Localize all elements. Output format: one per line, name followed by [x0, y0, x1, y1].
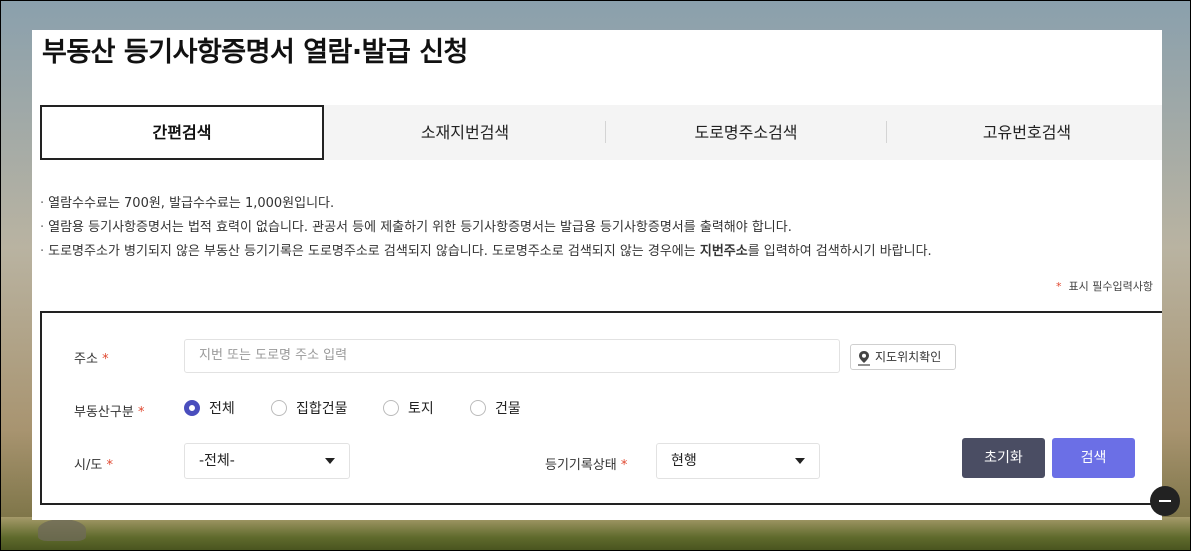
- tab-simple-search[interactable]: 간편검색: [40, 105, 324, 160]
- required-star: *: [1056, 280, 1062, 293]
- map-location-button[interactable]: 지도위치확인: [850, 344, 956, 370]
- emphasis-lot-address: 지번주소: [699, 244, 748, 259]
- radio-building[interactable]: 건물: [470, 399, 521, 419]
- radio-unselected-icon: [470, 400, 486, 416]
- tab-lot-number-search[interactable]: 소재지번검색: [325, 105, 605, 160]
- registry-status-select[interactable]: 현행: [656, 443, 820, 479]
- registry-status-label: 등기기록상태 *: [545, 458, 628, 473]
- background-landscape: [0, 517, 1191, 551]
- chevron-down-icon: [325, 458, 335, 464]
- radio-all[interactable]: 전체: [184, 399, 235, 419]
- radio-selected-icon: [184, 400, 200, 416]
- notice-road-address: · 도로명주소가 병기되지 않은 부동산 등기기록은 도로명주소로 검색되지 않습…: [40, 244, 932, 259]
- tab-unique-number-search[interactable]: 고유번호검색: [887, 105, 1162, 160]
- chevron-down-icon: [795, 458, 805, 464]
- floating-menu-button[interactable]: [1150, 486, 1180, 516]
- notice-fee: · 열람수수료는 700원, 발급수수료는 1,000원입니다.: [40, 196, 335, 211]
- radio-collective-building[interactable]: 집합건물: [271, 399, 348, 419]
- radio-unselected-icon: [271, 400, 287, 416]
- address-label: 주소 *: [74, 352, 109, 367]
- sido-label: 시/도 *: [74, 458, 113, 473]
- reset-button[interactable]: 초기화: [962, 438, 1045, 478]
- map-pin-icon: [858, 350, 870, 366]
- page-title: 부동산 등기사항증명서 열람·발급 신청: [42, 37, 468, 68]
- tab-road-address-search[interactable]: 도로명주소검색: [606, 105, 886, 160]
- notice-list: · 열람수수료는 700원, 발급수수료는 1,000원입니다. · 열람용 등기사…: [40, 192, 932, 264]
- address-input[interactable]: 지번 또는 도로명 주소 입력: [184, 339, 840, 373]
- background-tree: [38, 519, 86, 541]
- search-button[interactable]: 검색: [1052, 438, 1135, 478]
- search-tabs: 간편검색 소재지번검색 도로명주소검색 고유번호검색: [40, 105, 1162, 160]
- search-form: 주소 * 지번 또는 도로명 주소 입력 지도위치확인 부동산구분 * 전체 집…: [40, 311, 1162, 505]
- minus-icon: [1159, 500, 1171, 502]
- main-panel: 부동산 등기사항증명서 열람·발급 신청 간편검색 소재지번검색 도로명주소검색…: [32, 30, 1162, 520]
- notice-legal-effect: · 열람용 등기사항증명서는 법적 효력이 없습니다. 관공서 등에 제출하기 위…: [40, 220, 792, 235]
- sido-select[interactable]: -전체-: [184, 443, 350, 479]
- required-legend: * 표시 필수입력사항: [1056, 280, 1153, 293]
- radio-unselected-icon: [383, 400, 399, 416]
- radio-land[interactable]: 토지: [383, 399, 434, 419]
- property-type-label: 부동산구분 *: [74, 405, 145, 420]
